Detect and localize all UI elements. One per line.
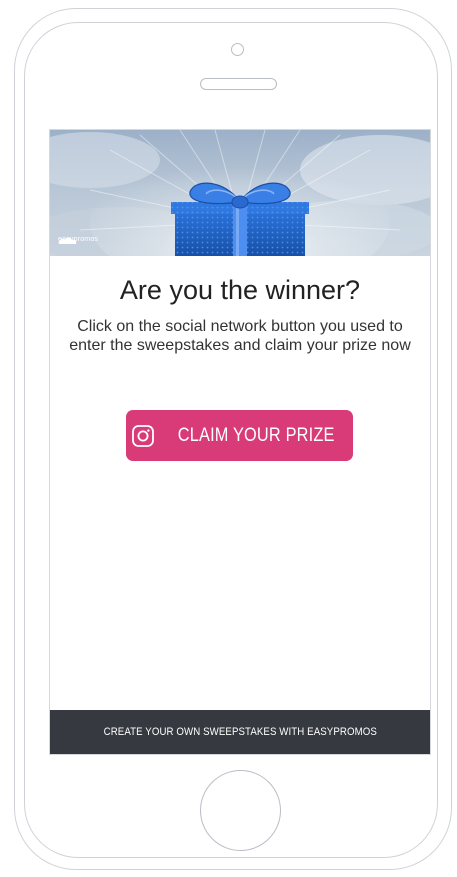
instagram-icon [132,424,155,447]
phone-camera [231,43,244,56]
cloud-logo-icon [58,237,77,244]
instruction-text: Click on the social network button you u… [69,318,411,354]
gift-box-image [50,130,430,256]
claim-prize-button[interactable]: CLAIM YOUR PRIZE [126,410,353,461]
claim-prize-label: CLAIM YOUR PRIZE [178,424,335,446]
phone-speaker [200,78,277,90]
phone-home-button [200,770,281,851]
page: easypromos Are you the winner? Click on … [0,0,457,877]
create-sweepstakes-link[interactable]: CREATE YOUR OWN SWEEPSTAKES WITH EASYPRO… [103,726,376,738]
easypromos-logo: easypromos [58,236,98,244]
gift-banner: easypromos [50,130,430,256]
page-title: Are you the winner? [119,275,361,305]
phone-screen: easypromos Are you the winner? Click on … [49,129,431,755]
footer-bar: CREATE YOUR OWN SWEEPSTAKES WITH EASYPRO… [50,710,430,754]
